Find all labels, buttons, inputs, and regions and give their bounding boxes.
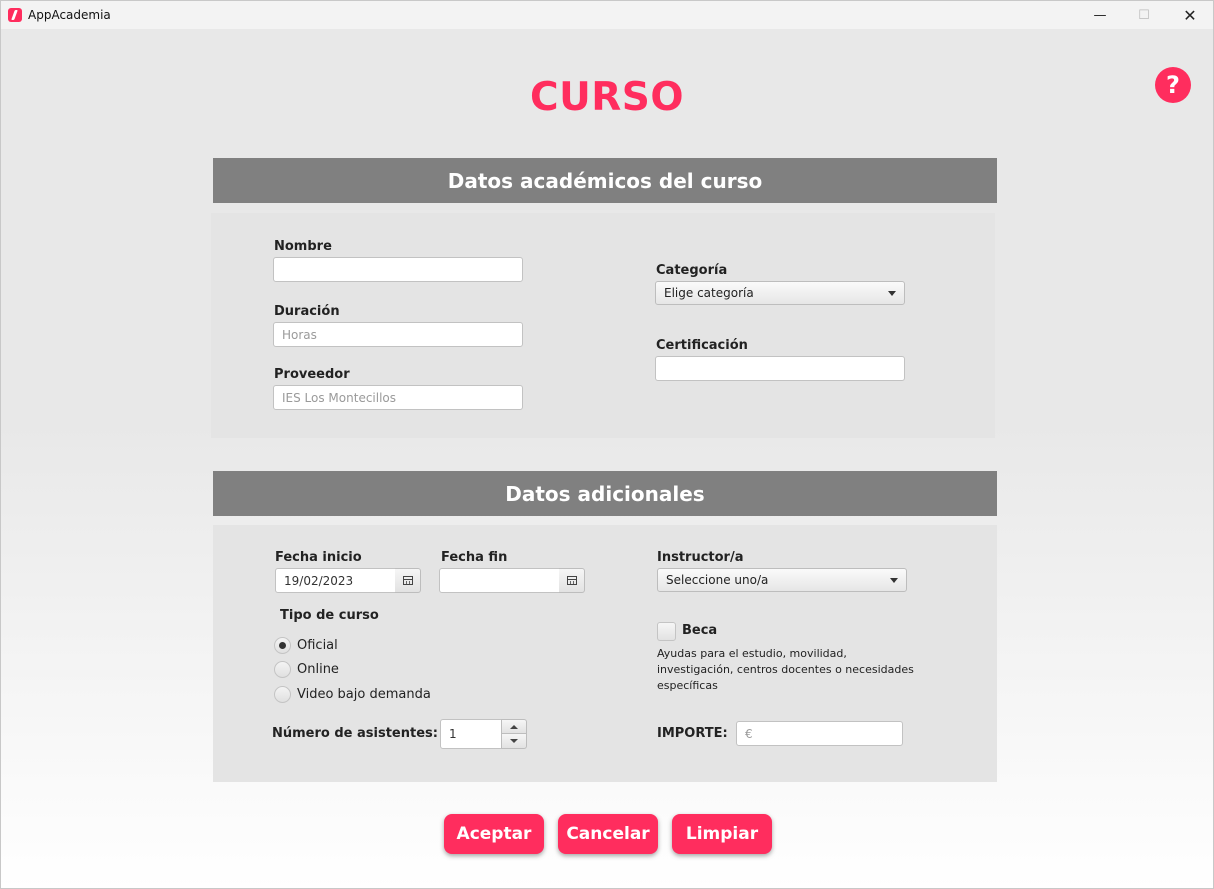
instructor-label: Instructor/a	[657, 550, 744, 565]
app-logo-icon	[8, 8, 22, 22]
spinner-buttons	[501, 719, 527, 749]
beca-checkbox[interactable]	[657, 622, 676, 641]
duracion-input[interactable]	[273, 322, 523, 347]
importe-input[interactable]	[736, 721, 903, 746]
fecha-inicio-input[interactable]	[275, 568, 396, 593]
fecha-fin-calendar-button[interactable]	[559, 568, 585, 593]
minimize-button[interactable]: —	[1077, 1, 1123, 29]
duracion-label: Duración	[274, 304, 340, 319]
nombre-input[interactable]	[273, 257, 523, 282]
radio-oficial[interactable]: Oficial	[274, 637, 338, 654]
nombre-label: Nombre	[274, 239, 332, 254]
instructor-select-value: Seleccione uno/a	[666, 573, 769, 587]
radio-button[interactable]	[274, 686, 291, 703]
radio-online[interactable]: Online	[274, 661, 339, 678]
tipo-curso-label: Tipo de curso	[280, 608, 379, 623]
fecha-fin-label: Fecha fin	[441, 550, 508, 565]
close-button[interactable]: ✕	[1167, 1, 1213, 29]
fecha-fin-picker	[439, 568, 585, 593]
proveedor-input[interactable]	[273, 385, 523, 410]
categoria-select-value: Elige categoría	[664, 286, 754, 300]
help-button[interactable]: ?	[1155, 67, 1191, 103]
certificacion-label: Certificación	[656, 338, 748, 353]
decrement-button[interactable]	[501, 734, 527, 749]
cancel-button[interactable]: Cancelar	[558, 814, 658, 854]
page-title: CURSO	[529, 75, 685, 120]
asistentes-spinner	[440, 719, 528, 749]
chevron-down-icon	[890, 578, 898, 583]
accept-button[interactable]: Aceptar	[444, 814, 544, 854]
arrow-down-icon	[510, 739, 518, 743]
academic-section-header: Datos académicos del curso	[213, 158, 997, 203]
radio-label: Video bajo demanda	[297, 687, 431, 702]
title-bar: AppAcademia — ☐ ✕	[1, 1, 1213, 29]
calendar-icon	[402, 576, 413, 585]
clear-button[interactable]: Limpiar	[672, 814, 772, 854]
fecha-inicio-calendar-button[interactable]	[395, 568, 421, 593]
maximize-button[interactable]: ☐	[1121, 1, 1167, 29]
calendar-icon	[566, 576, 577, 585]
instructor-select[interactable]: Seleccione uno/a	[657, 568, 907, 592]
radio-video[interactable]: Video bajo demanda	[274, 686, 431, 703]
radio-label: Online	[297, 662, 339, 677]
app-window: AppAcademia — ☐ ✕ CURSO ? Datos académic…	[0, 0, 1214, 889]
radio-button[interactable]	[274, 661, 291, 678]
additional-section-header: Datos adicionales	[213, 471, 997, 516]
beca-help-text: Ayudas para el estudio, movilidad, inves…	[657, 647, 914, 692]
proveedor-label: Proveedor	[274, 367, 350, 382]
radio-label: Oficial	[297, 638, 338, 653]
window-title: AppAcademia	[28, 8, 111, 22]
increment-button[interactable]	[501, 719, 527, 734]
categoria-select[interactable]: Elige categoría	[655, 281, 905, 305]
asistentes-label: Número de asistentes:	[272, 726, 438, 741]
fecha-inicio-picker	[275, 568, 421, 593]
beca-label: Beca	[682, 623, 718, 638]
arrow-up-icon	[510, 724, 518, 729]
radio-button[interactable]	[274, 637, 291, 654]
certificacion-input[interactable]	[655, 356, 905, 381]
chevron-down-icon	[888, 291, 896, 296]
fecha-fin-input[interactable]	[439, 568, 560, 593]
fecha-inicio-label: Fecha inicio	[275, 550, 362, 565]
categoria-label: Categoría	[656, 263, 728, 278]
importe-label: IMPORTE:	[657, 726, 728, 741]
asistentes-input[interactable]	[440, 719, 502, 749]
